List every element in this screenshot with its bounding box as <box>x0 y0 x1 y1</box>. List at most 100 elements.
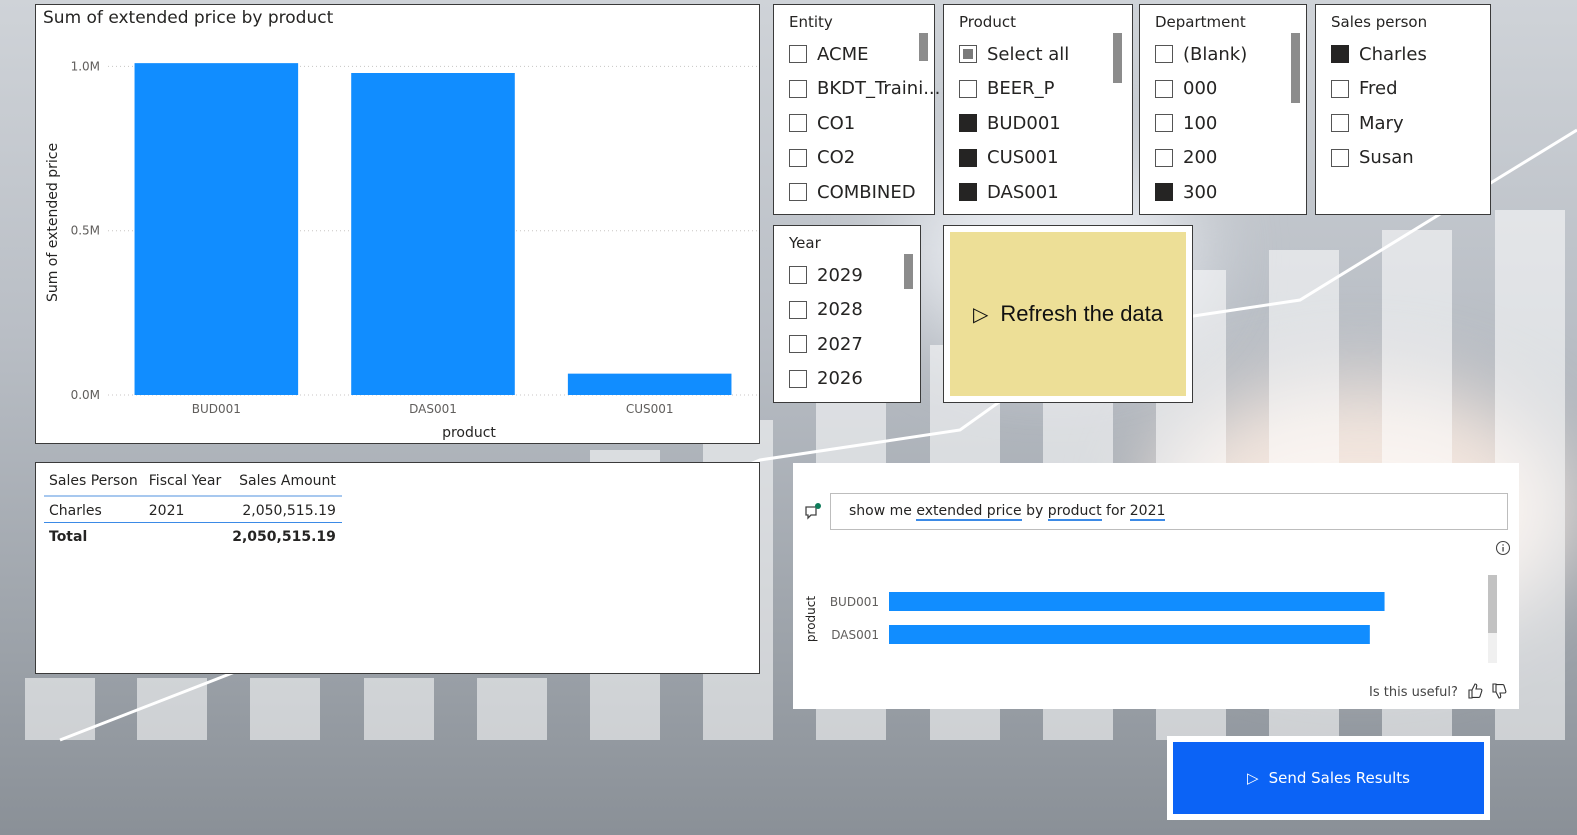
checkbox[interactable] <box>789 300 807 319</box>
column-header-sales-amount[interactable]: Sales Amount <box>227 471 342 497</box>
option-label: 2029 <box>817 264 863 286</box>
checkbox-checked[interactable] <box>1155 183 1173 202</box>
checkbox[interactable] <box>1155 79 1173 98</box>
query-term-product: product <box>1047 503 1102 521</box>
department-option-300[interactable]: 300 <box>1155 175 1247 210</box>
query-text: show me <box>849 503 917 519</box>
checkbox-partial[interactable] <box>959 45 977 64</box>
checkbox[interactable] <box>789 79 807 98</box>
table-row[interactable]: Charles 2021 2,050,515.19 <box>44 496 342 523</box>
option-label: Select all <box>987 43 1070 65</box>
checkbox[interactable] <box>789 183 807 202</box>
checkbox[interactable] <box>1331 79 1349 98</box>
qa-bar-bud001[interactable] <box>889 592 1385 611</box>
column-header-fiscal-year[interactable]: Fiscal Year <box>143 471 228 497</box>
sales-person-option-susan[interactable]: Susan <box>1331 141 1427 176</box>
department-option-200[interactable]: 200 <box>1155 141 1247 176</box>
checkbox-checked[interactable] <box>959 148 977 167</box>
checkbox[interactable] <box>1155 148 1173 167</box>
product-option-beer-p[interactable]: BEER_P <box>959 72 1069 107</box>
entity-slicer[interactable]: Entity ACME BKDT_Traini... CO1 CO2 COMBI… <box>773 4 940 215</box>
product-option-select-all[interactable]: Select all <box>959 37 1069 72</box>
option-label: Fred <box>1359 78 1398 100</box>
year-slicer[interactable]: Year 2029 2028 2027 2026 <box>773 225 921 403</box>
play-icon: ▷ <box>972 303 989 326</box>
sales-person-slicer[interactable]: Sales person Charles Fred Mary Susan <box>1315 4 1491 215</box>
year-slicer-title: Year <box>789 234 821 252</box>
checkbox[interactable] <box>1331 148 1349 167</box>
refresh-data-button[interactable]: ▷ Refresh the data <box>943 225 1193 403</box>
entity-option-acme[interactable]: ACME <box>789 37 940 72</box>
qa-scrollbar[interactable] <box>1488 575 1497 633</box>
product-slicer[interactable]: Product Select all BEER_P BUD001 CUS001 … <box>943 4 1133 215</box>
thumbs-up-icon[interactable] <box>1467 682 1485 700</box>
refresh-button-face[interactable]: ▷ Refresh the data <box>950 232 1186 396</box>
option-label: 100 <box>1183 112 1218 134</box>
checkbox[interactable] <box>789 369 807 388</box>
entity-scrollbar[interactable] <box>919 33 928 61</box>
sales-person-option-fred[interactable]: Fred <box>1331 72 1427 107</box>
year-option-2029[interactable]: 2029 <box>789 258 863 293</box>
checkbox[interactable] <box>789 114 807 133</box>
checkbox-checked[interactable] <box>1331 45 1349 64</box>
option-label: 2026 <box>817 368 863 390</box>
checkbox[interactable] <box>789 266 807 285</box>
checkbox[interactable] <box>789 148 807 167</box>
product-option-cus001[interactable]: CUS001 <box>959 141 1069 176</box>
sales-table[interactable]: Sales Person Fiscal Year Sales Amount Ch… <box>35 462 760 674</box>
department-slicer[interactable]: Department (Blank) 000 100 200 300 <box>1139 4 1307 215</box>
refresh-button-label: Refresh the data <box>1000 301 1164 326</box>
bar-das001[interactable] <box>351 73 515 395</box>
option-label: CO2 <box>817 147 856 169</box>
option-label: ACME <box>817 43 869 65</box>
entity-option-bkdt[interactable]: BKDT_Traini... <box>789 72 940 107</box>
checkbox[interactable] <box>959 79 977 98</box>
bar-cus001[interactable] <box>567 373 732 395</box>
column-header-sales-person[interactable]: Sales Person <box>44 471 144 497</box>
year-option-2028[interactable]: 2028 <box>789 293 863 328</box>
product-option-das001[interactable]: DAS001 <box>959 175 1069 210</box>
info-icon[interactable] <box>1495 540 1511 556</box>
qa-category-label: BUD001 <box>830 595 879 609</box>
checkbox[interactable] <box>1331 114 1349 133</box>
product-option-bud001[interactable]: BUD001 <box>959 106 1069 141</box>
thumbs-down-icon[interactable] <box>1491 682 1509 700</box>
sales-person-option-charles[interactable]: Charles <box>1331 37 1427 72</box>
checkbox[interactable] <box>789 45 807 64</box>
department-scrollbar[interactable] <box>1291 33 1300 103</box>
year-option-2026[interactable]: 2026 <box>789 362 863 397</box>
option-label: Charles <box>1359 43 1427 65</box>
qa-visual[interactable]: show me extended price by product for 20… <box>793 463 1519 709</box>
sales-person-option-mary[interactable]: Mary <box>1331 106 1427 141</box>
product-slicer-title: Product <box>959 13 1016 31</box>
option-label: BEER_P <box>987 78 1055 100</box>
checkbox-checked[interactable] <box>959 114 977 133</box>
qa-bar-das001[interactable] <box>889 625 1370 644</box>
department-option-100[interactable]: 100 <box>1155 106 1247 141</box>
entity-option-combined[interactable]: COMBINED <box>789 175 940 210</box>
extended-price-chart[interactable]: Sum of extended price by product 0.0M 0.5… <box>35 4 760 444</box>
checkbox[interactable] <box>1155 114 1173 133</box>
option-label: BUD001 <box>987 112 1061 134</box>
checkbox[interactable] <box>1155 45 1173 64</box>
product-scrollbar[interactable] <box>1113 33 1122 83</box>
total-sales-amount: 2,050,515.19 <box>232 529 336 545</box>
year-option-2027[interactable]: 2027 <box>789 327 863 362</box>
department-option-000[interactable]: 000 <box>1155 72 1247 107</box>
option-label: 000 <box>1183 78 1218 100</box>
bar-bud001[interactable] <box>134 63 299 396</box>
option-label: BKDT_Traini... <box>817 78 941 100</box>
year-scrollbar[interactable] <box>904 254 913 289</box>
entity-option-co1[interactable]: CO1 <box>789 106 940 141</box>
department-option-blank[interactable]: (Blank) <box>1155 37 1247 72</box>
send-sales-results-button[interactable]: ▷ Send Sales Results <box>1173 742 1484 814</box>
x-tick-label: CUS001 <box>626 402 674 416</box>
checkbox[interactable] <box>789 335 807 354</box>
y-tick-label: 1.0M <box>71 59 100 73</box>
checkbox-checked[interactable] <box>959 183 977 202</box>
play-icon: ▷ <box>1247 769 1259 787</box>
option-label: CUS001 <box>987 147 1059 169</box>
entity-option-co2[interactable]: CO2 <box>789 141 940 176</box>
query-term-extended-price: extended price <box>916 503 1022 521</box>
qa-question-input[interactable]: show me extended price by product for 20… <box>830 493 1508 530</box>
